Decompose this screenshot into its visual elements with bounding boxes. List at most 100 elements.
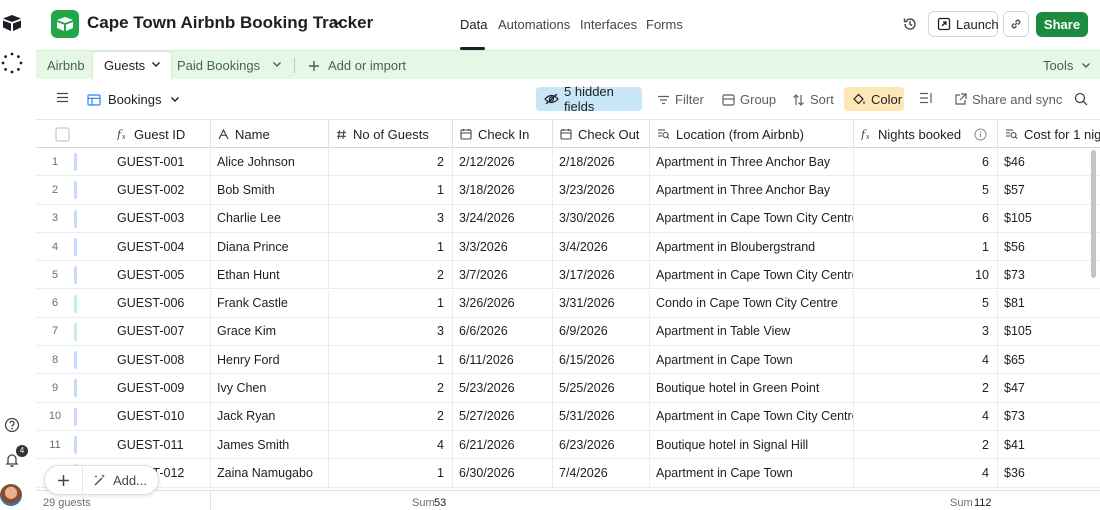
cell-no-of-guests[interactable]: 2 xyxy=(329,402,453,430)
column-header-nights-booked[interactable]: fx Nights booked xyxy=(854,120,998,148)
cell-location[interactable]: Apartment in Table View xyxy=(650,317,854,346)
tools-menu[interactable]: Tools xyxy=(1043,58,1091,73)
cell-nights-booked[interactable]: 4 xyxy=(854,346,998,374)
cell-check-out[interactable]: 6/9/2026 xyxy=(553,317,650,346)
column-header-check-in[interactable]: Check In xyxy=(453,120,553,148)
cell-name[interactable]: Frank Castle xyxy=(211,289,329,317)
cell-nights-booked[interactable]: 4 xyxy=(854,402,998,430)
cell-check-in[interactable]: 3/3/2026 xyxy=(453,232,553,261)
column-header-guest-id[interactable]: fx Guest ID xyxy=(110,120,211,148)
cell-check-in[interactable]: 6/11/2026 xyxy=(453,346,553,374)
menu-icon[interactable] xyxy=(56,92,69,103)
copy-link-button[interactable] xyxy=(1003,11,1029,37)
color-button[interactable]: Color xyxy=(844,87,904,111)
cell-no-of-guests[interactable]: 1 xyxy=(329,232,453,261)
cell-nights-booked[interactable]: 5 xyxy=(854,289,998,317)
table-tab-guests[interactable]: Guests xyxy=(92,51,173,80)
table-tab-airbnb[interactable]: Airbnb xyxy=(47,58,85,73)
cell-location[interactable]: Apartment in Cape Town xyxy=(650,346,854,374)
cell-check-in[interactable]: 6/21/2026 xyxy=(453,431,553,459)
airtable-logo-icon[interactable] xyxy=(2,14,22,32)
cell-check-out[interactable]: 6/15/2026 xyxy=(553,346,650,374)
cell-check-in[interactable]: 3/7/2026 xyxy=(453,261,553,289)
table-tab-paid-bookings[interactable]: Paid Bookings xyxy=(177,58,260,73)
cell-name[interactable]: Alice Johnson xyxy=(211,148,329,176)
cell-no-of-guests[interactable]: 2 xyxy=(329,261,453,289)
cell-check-out[interactable]: 7/4/2026 xyxy=(553,459,650,487)
avatar[interactable] xyxy=(0,484,22,506)
cell-nights-booked[interactable]: 2 xyxy=(854,431,998,459)
cell-cost-per-night[interactable]: $56 xyxy=(998,233,1100,260)
cell-guest-id[interactable]: GUEST-002 xyxy=(110,176,211,204)
cell-name[interactable]: Diana Prince xyxy=(211,232,329,261)
cell-location[interactable]: Apartment in Bloubergstrand xyxy=(650,232,854,261)
sum-nights-label[interactable]: Sum xyxy=(950,497,973,509)
cell-name[interactable]: James Smith xyxy=(211,431,329,459)
cell-check-in[interactable]: 5/23/2026 xyxy=(453,374,553,402)
cell-guest-id[interactable]: GUEST-010 xyxy=(110,402,211,430)
cell-location[interactable]: Apartment in Cape Town xyxy=(650,459,854,487)
select-all-checkbox[interactable] xyxy=(55,127,70,142)
cell-nights-booked[interactable]: 3 xyxy=(854,317,998,346)
cell-no-of-guests[interactable]: 1 xyxy=(329,176,453,204)
cell-check-out[interactable]: 3/17/2026 xyxy=(553,261,650,289)
nav-tab-forms[interactable]: Forms xyxy=(646,17,683,32)
cell-guest-id[interactable]: GUEST-009 xyxy=(110,374,211,402)
vertical-scrollbar[interactable] xyxy=(1091,150,1096,278)
cell-guest-id[interactable]: GUEST-007 xyxy=(110,317,211,346)
share-button[interactable]: Share xyxy=(1036,12,1088,37)
column-header-name[interactable]: Name xyxy=(211,120,329,148)
view-switcher[interactable]: Bookings xyxy=(87,92,180,107)
hidden-fields-button[interactable]: 5 hidden fields xyxy=(536,84,642,114)
cell-location[interactable]: Apartment in Cape Town City Centre xyxy=(650,261,854,289)
add-with-ai-button[interactable]: Add... xyxy=(83,473,147,488)
sum-guests-label[interactable]: Sum xyxy=(412,497,435,509)
cell-cost-per-night[interactable]: $105 xyxy=(998,205,1100,232)
table-row[interactable]: 6 GUEST-006 Frank Castle 1 3/26/2026 3/31/202… xyxy=(36,289,1100,318)
table-row[interactable]: 12GUEST-012Zaina Namugabo16/30/20267/4/2… xyxy=(36,459,1100,488)
workspace-loading-icon[interactable] xyxy=(1,52,23,74)
cell-check-out[interactable]: 5/31/2026 xyxy=(553,402,650,430)
cell-location[interactable]: Apartment in Cape Town City Centre xyxy=(650,402,854,430)
chevron-down-icon[interactable] xyxy=(151,58,161,80)
cell-check-out[interactable]: 6/23/2026 xyxy=(553,431,650,459)
cell-cost-per-night[interactable]: $57 xyxy=(998,176,1100,203)
history-icon[interactable] xyxy=(902,16,918,32)
cell-nights-booked[interactable]: 5 xyxy=(854,176,998,204)
cell-check-in[interactable]: 2/12/2026 xyxy=(453,148,553,176)
cell-name[interactable]: Ethan Hunt xyxy=(211,261,329,289)
cell-no-of-guests[interactable]: 1 xyxy=(329,459,453,487)
cell-cost-per-night[interactable]: $65 xyxy=(998,346,1100,373)
table-row[interactable]: 3 GUEST-003 Charlie Lee 3 3/24/2026 3/30/2026… xyxy=(36,204,1100,233)
cell-cost-per-night[interactable]: $81 xyxy=(998,290,1100,317)
table-row[interactable]: 9 GUEST-009 Ivy Chen 2 5/23/2026 5/25/2026 Bou… xyxy=(36,374,1100,403)
nav-tab-data[interactable]: Data xyxy=(460,17,487,32)
table-row[interactable]: 1 GUEST-001 Alice Johnson 2 2/12/2026 2/18/20… xyxy=(36,148,1100,177)
info-icon[interactable] xyxy=(974,128,987,141)
cell-nights-booked[interactable]: 6 xyxy=(854,204,998,232)
row-height-icon[interactable] xyxy=(919,92,933,104)
cell-check-in[interactable]: 6/30/2026 xyxy=(453,459,553,487)
cell-guest-id[interactable]: GUEST-004 xyxy=(110,232,211,261)
cell-check-in[interactable]: 6/6/2026 xyxy=(453,317,553,346)
cell-cost-per-night[interactable]: $47 xyxy=(998,374,1100,401)
cell-check-in[interactable]: 3/26/2026 xyxy=(453,289,553,317)
base-title[interactable]: Cape Town Airbnb Booking Tracker xyxy=(87,13,373,33)
cell-no-of-guests[interactable]: 3 xyxy=(329,317,453,346)
cell-cost-per-night[interactable]: $46 xyxy=(998,148,1100,175)
table-row[interactable]: 7 GUEST-007 Grace Kim 3 6/6/2026 6/9/2026 Apar… xyxy=(36,317,1100,347)
add-record-button[interactable] xyxy=(45,465,83,495)
cell-location[interactable]: Boutique hotel in Signal Hill xyxy=(650,431,854,459)
cell-no-of-guests[interactable]: 3 xyxy=(329,204,453,232)
cell-nights-booked[interactable]: 2 xyxy=(854,374,998,402)
cell-cost-per-night[interactable]: $36 xyxy=(998,459,1100,486)
cell-nights-booked[interactable]: 10 xyxy=(854,261,998,289)
cell-location[interactable]: Condo in Cape Town City Centre xyxy=(650,289,854,317)
column-header-cost-per-night[interactable]: Cost for 1 night xyxy=(998,120,1100,148)
cell-nights-booked[interactable]: 6 xyxy=(854,148,998,176)
cell-check-in[interactable]: 5/27/2026 xyxy=(453,402,553,430)
cell-guest-id[interactable]: GUEST-001 xyxy=(110,148,211,176)
cell-cost-per-night[interactable]: $41 xyxy=(998,431,1100,458)
nav-tab-automations[interactable]: Automations xyxy=(498,17,570,32)
launch-button[interactable]: Launch xyxy=(928,11,999,37)
